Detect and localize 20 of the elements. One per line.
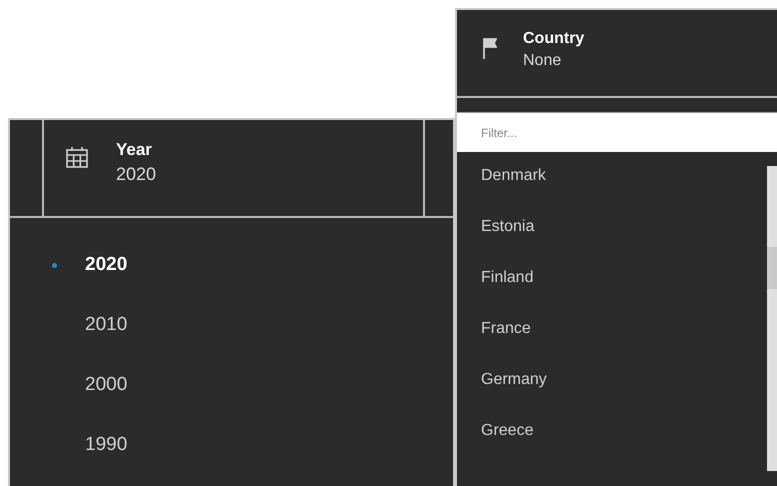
year-option[interactable]: 2000 [85, 374, 128, 396]
country-option[interactable]: Greece [481, 421, 534, 472]
calendar-icon [66, 146, 88, 168]
country-option[interactable]: Estonia [481, 217, 534, 268]
year-filter-header[interactable]: Year 2020 [42, 120, 425, 216]
flag-icon [483, 38, 497, 60]
filter-field[interactable]: Filter... [457, 112, 777, 152]
country-option[interactable]: Denmark [481, 166, 546, 217]
filter-value: None [523, 52, 562, 70]
filter-title: Year [116, 140, 153, 160]
year-option[interactable]: 2020 [85, 254, 128, 276]
scrollbar[interactable] [767, 166, 777, 471]
year-option[interactable]: 2010 [85, 314, 128, 336]
country-filter-header[interactable]: Country None [457, 10, 777, 98]
filter-title: Country [523, 30, 584, 48]
country-option[interactable]: France [481, 319, 531, 370]
country-option[interactable]: Finland [481, 268, 534, 319]
country-option[interactable]: Germany [481, 370, 547, 421]
filter-value: 2020 [116, 164, 156, 185]
year-option[interactable]: 1990 [85, 434, 128, 456]
